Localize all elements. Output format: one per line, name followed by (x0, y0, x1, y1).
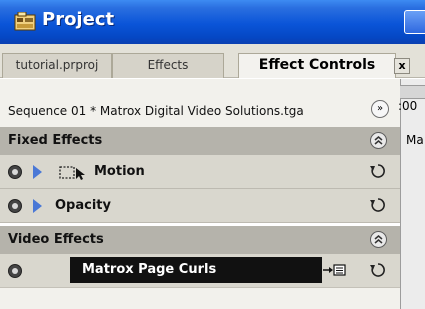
effect-label: Opacity (55, 198, 111, 213)
timeline-clip-label: Ma (406, 133, 424, 147)
effect-settings-icon[interactable] (322, 263, 346, 277)
sequence-clip-label: Sequence 01 * Matrox Digital Video Solut… (8, 104, 304, 118)
project-window-icon (14, 12, 36, 31)
tab-effects[interactable]: Effects (112, 53, 224, 78)
effect-label: Motion (94, 164, 145, 179)
tab-label: Effect Controls (258, 57, 376, 73)
section-label: Fixed Effects (8, 133, 103, 148)
close-icon[interactable]: x (394, 58, 410, 74)
fixed-effects-header[interactable]: Fixed Effects (0, 127, 400, 155)
effect-row-matrox-page-curls[interactable]: Matrox Page Curls (0, 254, 400, 288)
collapse-icon[interactable] (370, 132, 387, 149)
panel-tab-strip: tutorial.prproj Effects Effect Controls … (0, 44, 425, 78)
sequence-header: Sequence 01 * Matrox Digital Video Solut… (0, 79, 400, 127)
timeline-view[interactable] (400, 79, 425, 309)
window-title: Project (42, 9, 115, 30)
expand-arrow-icon[interactable] (33, 199, 42, 213)
reset-icon[interactable] (368, 161, 388, 181)
section-label: Video Effects (8, 232, 104, 247)
effect-toggle-icon[interactable] (8, 264, 22, 278)
tab-label: tutorial.prproj (15, 58, 99, 72)
effect-toggle-icon[interactable] (8, 165, 22, 179)
tab-tutorial-project[interactable]: tutorial.prproj (2, 53, 112, 78)
timecode: :00 (398, 99, 418, 113)
effect-toggle-icon[interactable] (8, 199, 22, 213)
window-control-button[interactable] (404, 10, 425, 34)
effect-row-opacity[interactable]: Opacity (0, 189, 400, 223)
effect-row-motion[interactable]: Motion (0, 155, 400, 189)
tab-effect-controls[interactable]: Effect Controls (238, 53, 396, 78)
collapse-icon[interactable] (370, 231, 387, 248)
video-effects-header[interactable]: Video Effects (0, 226, 400, 254)
reset-icon[interactable] (368, 260, 388, 280)
effect-label: Matrox Page Curls (82, 262, 217, 277)
effect-controls-empty-area (0, 287, 400, 309)
reset-icon[interactable] (368, 195, 388, 215)
show-timeline-button[interactable]: » (371, 100, 389, 118)
tab-label: Effects (147, 58, 189, 72)
expand-arrow-icon[interactable] (33, 165, 42, 179)
time-ruler[interactable] (400, 85, 425, 99)
title-bar: Project (0, 0, 425, 44)
motion-icon (59, 166, 85, 180)
